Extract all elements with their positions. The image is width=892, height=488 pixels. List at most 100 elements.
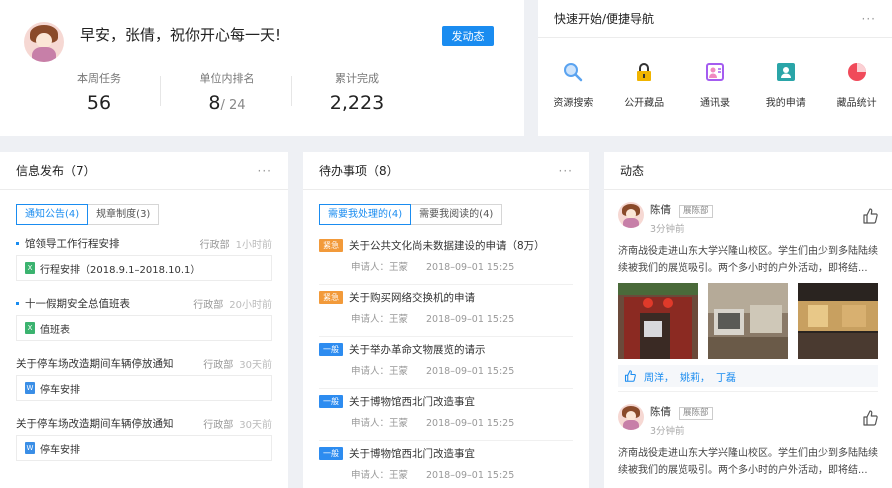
contacts-icon bbox=[705, 62, 725, 82]
user-avatar[interactable] bbox=[24, 22, 64, 62]
todo-tabs: 需要我处理的(4) 需要我阅读的(4) bbox=[319, 204, 589, 225]
post-time: 3分钟前 bbox=[650, 224, 685, 235]
info-title: 馆领导工作行程安排 bbox=[16, 236, 120, 251]
tab-regulations[interactable]: 规章制度(3) bbox=[88, 204, 160, 225]
todo-meta: 申请人：王蒙 2018–09–01 15:25 bbox=[351, 470, 515, 481]
post-author[interactable]: 陈倩 bbox=[650, 406, 671, 418]
list-item[interactable]: 一般 关于博物馆西北门改造事宜 申请人：王蒙 2018–09–01 15:25 bbox=[319, 443, 573, 488]
card-title: 动态 bbox=[620, 164, 645, 178]
stat-label: 单位内排名 bbox=[199, 72, 255, 85]
priority-badge: 一般 bbox=[319, 446, 343, 460]
post-photo[interactable] bbox=[708, 283, 788, 359]
post-time: 3分钟前 bbox=[650, 426, 685, 437]
info-title: 关于停车场改造期间车辆停放通知 bbox=[16, 357, 174, 370]
todo-meta: 申请人：王蒙 2018–09–01 15:25 bbox=[351, 262, 515, 273]
likes-bar: 周洋， 姚莉， 丁磊 bbox=[618, 365, 878, 387]
stat-ranking[interactable]: 单位内排名 8/ 24 bbox=[162, 70, 292, 114]
dept-badge: 展陈部 bbox=[679, 407, 713, 420]
stat-label: 累计完成 bbox=[335, 72, 379, 85]
excel-file-icon: X bbox=[25, 322, 35, 334]
info-meta: 行政部 30天前 bbox=[203, 359, 272, 371]
info-meta: 行政部 1小时前 bbox=[199, 239, 272, 251]
todo-card: 待办事项（8） ··· 需要我处理的(4) 需要我阅读的(4) 紧急 关于公共文化… bbox=[303, 152, 589, 488]
attachment[interactable]: X 行程安排（2018.9.1–2018.10.1） bbox=[16, 255, 272, 281]
quick-nav-card: 快速开始/便捷导航 ··· 资源搜索 公开藏品 通讯录 我的申请 藏品统计 bbox=[538, 0, 892, 136]
more-icon[interactable]: ··· bbox=[258, 164, 272, 178]
post-update-button[interactable]: 发动态 bbox=[442, 26, 494, 46]
post-author[interactable]: 陈倩 bbox=[650, 204, 671, 216]
thumbs-up-icon[interactable] bbox=[862, 208, 878, 224]
search-icon bbox=[563, 62, 583, 82]
list-item[interactable]: 一般 关于举办革命文物展览的请示 申请人：王蒙 2018–09–01 15:25 bbox=[319, 339, 573, 389]
bullet-icon bbox=[16, 301, 19, 305]
pie-chart-icon bbox=[847, 62, 867, 82]
list-item[interactable]: 一般 关于博物馆西北门改造事宜 申请人：王蒙 2018–09–01 15:25 bbox=[319, 391, 573, 441]
word-file-icon: W bbox=[25, 442, 35, 454]
attachment[interactable]: W 停车安排 bbox=[16, 375, 272, 401]
list-item[interactable]: 紧急 关于公共文化尚未数据建设的申请（8万） 申请人：王蒙 2018–09–01 1… bbox=[319, 235, 573, 285]
tab-notices[interactable]: 通知公告(4) bbox=[16, 204, 89, 225]
info-publishing-card: 信息发布（7） ··· 通知公告(4) 规章制度(3) 馆领导工作行程安排 行政… bbox=[0, 152, 288, 488]
info-title: 十一假期安全总值班表 bbox=[16, 296, 130, 311]
priority-badge: 紧急 bbox=[319, 238, 343, 252]
liker-name[interactable]: 丁磊 bbox=[716, 369, 736, 384]
more-icon[interactable]: ··· bbox=[862, 12, 876, 26]
list-item[interactable]: 紧急 关于购买网络交换机的申请 申请人：王蒙 2018–09–01 15:25 bbox=[319, 287, 573, 337]
dept-badge: 展陈部 bbox=[679, 205, 713, 218]
quick-nav-my-applications[interactable]: 我的申请 bbox=[751, 62, 821, 109]
quick-nav-collection-stats[interactable]: 藏品统计 bbox=[822, 62, 892, 109]
card-header: 快速开始/便捷导航 ··· bbox=[538, 0, 892, 38]
card-title: 快速开始/便捷导航 bbox=[554, 12, 655, 26]
avatar[interactable] bbox=[618, 202, 644, 228]
feed-post: 陈倩 展陈部 3分钟前 济南战役走进山东大学兴隆山校区。学生们由少到多陆陆续续被我… bbox=[604, 190, 892, 387]
card-title: 信息发布（7） bbox=[16, 164, 96, 178]
tab-to-handle[interactable]: 需要我处理的(4) bbox=[319, 204, 412, 225]
thumbs-up-icon[interactable] bbox=[862, 410, 878, 426]
post-photo[interactable] bbox=[798, 283, 878, 359]
stat-value: 8/ 24 bbox=[208, 92, 246, 114]
priority-badge: 一般 bbox=[319, 394, 343, 408]
tab-to-read[interactable]: 需要我阅读的(4) bbox=[411, 204, 503, 225]
todo-meta: 申请人：王蒙 2018–09–01 15:25 bbox=[351, 314, 515, 325]
stat-value: 2,223 bbox=[329, 92, 385, 114]
info-meta: 行政部 30天前 bbox=[203, 419, 272, 431]
attachment[interactable]: X 值班表 bbox=[16, 315, 272, 341]
bullet-icon bbox=[16, 241, 19, 245]
more-icon[interactable]: ··· bbox=[559, 164, 573, 178]
list-item[interactable]: 馆领导工作行程安排 行政部 1小时前 X 行程安排（2018.9.1–2018.10… bbox=[16, 235, 272, 281]
list-item[interactable]: 关于停车场改造期间车辆停放通知 行政部 30天前 W 停车安排 bbox=[16, 415, 272, 461]
card-title: 待办事项（8） bbox=[319, 164, 399, 178]
quick-nav-resource-search[interactable]: 资源搜索 bbox=[538, 62, 608, 109]
todo-title: 关于博物馆西北门改造事宜 bbox=[349, 395, 475, 408]
quick-nav-contacts[interactable]: 通讯录 bbox=[680, 62, 750, 109]
liker-name[interactable]: 姚莉， bbox=[680, 369, 710, 384]
post-text: 济南战役走进山东大学兴隆山校区。学生们由少到多陆陆续续被我们的展览吸引。两个多小… bbox=[618, 448, 878, 476]
greeting-text: 早安，张倩，祝你开心每一天! bbox=[80, 26, 282, 44]
list-item[interactable]: 关于停车场改造期间车辆停放通知 行政部 30天前 W 停车安排 bbox=[16, 355, 272, 401]
todo-title: 关于购买网络交换机的申请 bbox=[349, 291, 475, 304]
quick-nav-label: 公开藏品 bbox=[624, 98, 665, 109]
todo-title: 关于博物馆西北门改造事宜 bbox=[349, 447, 475, 460]
todo-meta: 申请人：王蒙 2018–09–01 15:25 bbox=[351, 418, 515, 429]
post-photo[interactable] bbox=[618, 283, 698, 359]
info-meta: 行政部 20小时前 bbox=[193, 299, 272, 311]
application-icon bbox=[776, 62, 796, 82]
stat-weekly-tasks[interactable]: 本周任务 56 bbox=[34, 70, 164, 114]
info-tabs: 通知公告(4) 规章制度(3) bbox=[16, 204, 288, 225]
liker-name[interactable]: 周洋， bbox=[644, 369, 674, 384]
todo-title: 关于举办革命文物展览的请示 bbox=[349, 343, 486, 356]
activity-feed-card: 动态 陈倩 展陈部 3分钟前 济南战役走进山东大学兴隆山校区。学生们由少到多陆陆续… bbox=[604, 152, 892, 488]
quick-nav-public-collection[interactable]: 公开藏品 bbox=[609, 62, 679, 109]
stat-value: 56 bbox=[86, 92, 112, 114]
priority-badge: 紧急 bbox=[319, 290, 343, 304]
card-header: 动态 bbox=[604, 152, 892, 190]
avatar[interactable] bbox=[618, 404, 644, 430]
welcome-card: 早安，张倩，祝你开心每一天! 发动态 本周任务 56 单位内排名 8/ 24 累… bbox=[0, 0, 524, 136]
card-header: 待办事项（8） ··· bbox=[303, 152, 589, 190]
todo-title: 关于公共文化尚未数据建设的申请（8万） bbox=[349, 239, 545, 252]
attachment[interactable]: W 停车安排 bbox=[16, 435, 272, 461]
lock-icon bbox=[634, 62, 654, 82]
stat-completed[interactable]: 累计完成 2,223 bbox=[292, 70, 422, 114]
list-item[interactable]: 十一假期安全总值班表 行政部 20小时前 X 值班表 bbox=[16, 295, 272, 341]
priority-badge: 一般 bbox=[319, 342, 343, 356]
